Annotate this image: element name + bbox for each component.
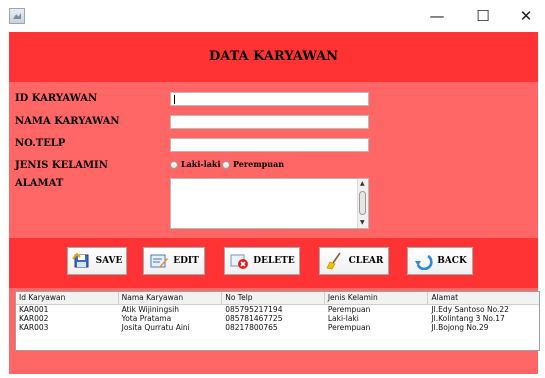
save-button[interactable]: SAVE	[67, 247, 127, 275]
column-header[interactable]: No Telp	[222, 292, 325, 304]
table-cell: 085795217194	[225, 305, 283, 314]
table-cell: Josita Qurratu Aini	[121, 323, 190, 332]
radio-laki-laki[interactable]: Laki-laki	[170, 159, 221, 169]
table-cell: Jl.Edy Santoso No.22	[431, 305, 509, 314]
clear-button[interactable]: CLEAR	[319, 247, 389, 275]
app-icon	[9, 8, 25, 24]
table-header: Id Karyawan Nama Karyawan No Telp Jenis …	[16, 292, 539, 305]
back-arrow-icon	[413, 252, 433, 271]
broom-icon	[325, 252, 345, 270]
employee-table: Id Karyawan Nama Karyawan No Telp Jenis …	[15, 291, 540, 351]
table-cell: 085781467725	[225, 314, 283, 323]
table-cell: Laki-laki	[327, 314, 359, 323]
delete-icon	[229, 252, 249, 270]
table-row[interactable]: KAR001 Atik Wijiningsih 085795217194 Per…	[16, 305, 539, 314]
title-bar: — ☐ ✕	[0, 0, 545, 32]
scroll-down-icon[interactable]: ▼	[360, 220, 365, 226]
table-cell: Perempuan	[327, 323, 371, 332]
id-karyawan-label: ID KARYAWAN	[15, 93, 98, 104]
alamat-label: ALAMAT	[15, 178, 64, 189]
textarea-scrollbar[interactable]: ▲ ▼	[357, 179, 368, 228]
no-telp-field[interactable]	[170, 138, 369, 152]
column-header[interactable]: Id Karyawan	[16, 292, 119, 304]
edit-icon	[149, 252, 169, 270]
scroll-up-icon[interactable]: ▲	[360, 181, 365, 187]
table-cell: Atik Wijiningsih	[121, 305, 179, 314]
table-cell: Yota Pratama	[121, 314, 172, 323]
id-karyawan-field[interactable]	[170, 92, 369, 106]
header-bar: DATA KARYAWAN	[9, 32, 538, 82]
minimize-button[interactable]: —	[420, 4, 454, 28]
edit-button[interactable]: EDIT	[143, 247, 205, 275]
main-panel: DATA KARYAWAN ID KARYAWAN NAMA KARYAWAN …	[9, 32, 540, 374]
table-cell: 08217800765	[225, 323, 278, 332]
maximize-button[interactable]: ☐	[466, 4, 500, 28]
button-bar: SAVE EDIT DELETE CLEAR BACK	[9, 238, 538, 288]
nama-karyawan-field[interactable]	[170, 115, 369, 129]
scroll-thumb[interactable]	[359, 191, 366, 215]
nama-karyawan-label: NAMA KARYAWAN	[15, 116, 120, 127]
page-title: DATA KARYAWAN	[208, 49, 339, 64]
text-caret	[174, 95, 175, 104]
table-cell: KAR003	[19, 323, 49, 332]
radio-button-icon	[222, 161, 230, 169]
jenis-kelamin-label: JENIS KELAMIN	[15, 160, 108, 171]
table-cell: Jl.Bojong No.29	[431, 323, 489, 332]
table-row[interactable]: KAR002 Yota Pratama 085781467725 Laki-la…	[16, 314, 539, 323]
table-cell: KAR001	[19, 305, 49, 314]
radio-button-icon	[170, 161, 178, 169]
no-telp-label: NO.TELP	[15, 138, 66, 149]
save-floppy-icon	[71, 252, 92, 270]
table-cell: KAR002	[19, 314, 49, 323]
table-cell: Perempuan	[327, 305, 371, 314]
alamat-textarea[interactable]: ▲ ▼	[170, 178, 369, 229]
column-header[interactable]: Nama Karyawan	[119, 292, 223, 304]
table-cell: Jl.Kolintang 3 No.17	[431, 314, 505, 323]
delete-button[interactable]: DELETE	[224, 247, 300, 275]
back-button[interactable]: BACK	[407, 247, 473, 275]
table-row[interactable]: KAR003 Josita Qurratu Aini 08217800765 P…	[16, 323, 539, 332]
column-header[interactable]: Jenis Kelamin	[325, 292, 429, 304]
close-button[interactable]: ✕	[509, 4, 543, 28]
column-header[interactable]: Alamat	[428, 292, 539, 304]
radio-perempuan[interactable]: Perempuan	[222, 159, 284, 169]
